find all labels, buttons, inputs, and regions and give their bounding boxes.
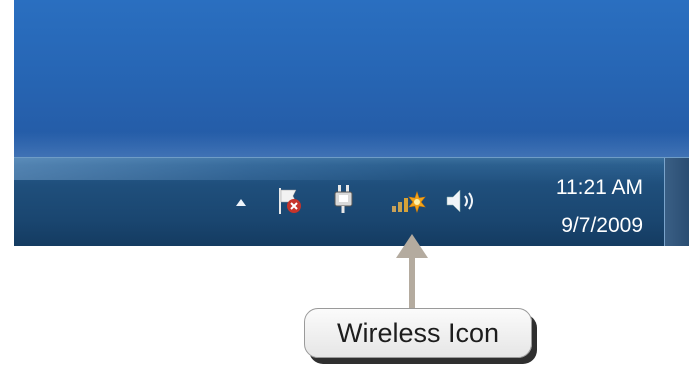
desktop-background — [14, 0, 689, 160]
action-center-flag-icon[interactable] — [276, 186, 304, 216]
wireless-icon-callout: Wireless Icon — [304, 308, 532, 358]
callout-label: Wireless Icon — [336, 317, 500, 348]
pointer-arrow-head — [396, 234, 428, 258]
clock-date: 9/7/2009 — [561, 214, 643, 237]
pointer-arrow-shaft — [409, 256, 415, 312]
power-plug-icon[interactable] — [332, 184, 358, 214]
show-hidden-icons-arrow-icon[interactable] — [236, 199, 246, 206]
volume-speaker-icon[interactable] — [444, 186, 480, 216]
wireless-network-icon[interactable] — [390, 188, 428, 216]
system-clock[interactable]: 11:21 AM 9/7/2009 — [515, 169, 643, 245]
clock-time: 11:21 AM — [555, 176, 643, 199]
show-desktop-button[interactable] — [664, 158, 689, 246]
